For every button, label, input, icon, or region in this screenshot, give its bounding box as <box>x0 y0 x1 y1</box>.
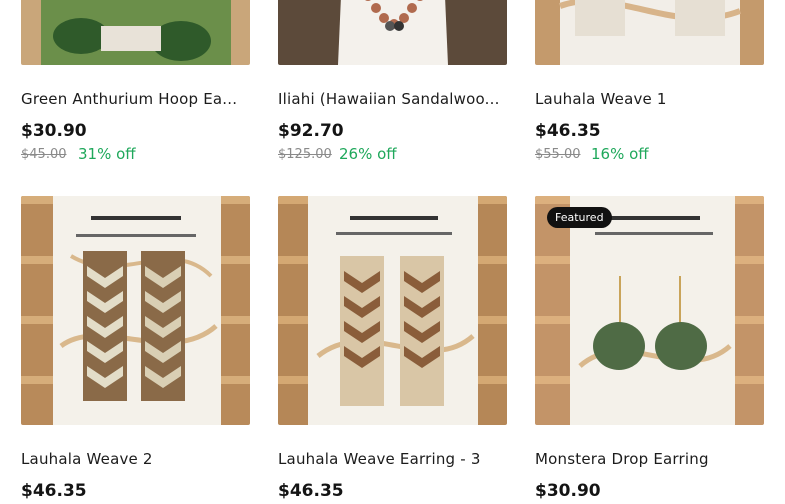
product-price: $46.35 <box>21 481 87 501</box>
product-card[interactable]: Iliahi (Hawaiian Sandalwoo... $92.70 $12… <box>278 0 507 163</box>
product-image[interactable] <box>21 196 250 425</box>
product-card[interactable]: Lauhala Weave 2 $46.35 <box>21 196 250 501</box>
product-image[interactable] <box>21 0 250 65</box>
product-price: $92.70 <box>278 121 344 141</box>
product-title[interactable]: Green Anthurium Hoop Ea... <box>21 90 250 108</box>
product-title[interactable]: Lauhala Weave 2 <box>21 450 250 468</box>
product-image[interactable] <box>278 196 507 425</box>
product-image[interactable] <box>278 0 507 65</box>
product-title[interactable]: Lauhala Weave 1 <box>535 90 764 108</box>
discount-label: 31% off <box>78 145 136 163</box>
original-price: $55.00 <box>535 147 581 162</box>
product-card[interactable]: Green Anthurium Hoop Ea... $30.90 $45.00… <box>21 0 250 163</box>
product-image[interactable] <box>535 0 764 65</box>
product-card[interactable]: Lauhala Weave 1 $46.35 $55.00 16% off <box>535 0 764 163</box>
product-image[interactable]: Featured <box>535 196 764 425</box>
product-price: $30.90 <box>535 481 601 501</box>
original-price: $45.00 <box>21 147 67 162</box>
discount-label: 26% off <box>339 145 397 163</box>
product-price: $46.35 <box>535 121 601 141</box>
featured-badge: Featured <box>547 207 612 228</box>
product-card[interactable]: Lauhala Weave Earring - 3 $46.35 <box>278 196 507 501</box>
product-title[interactable]: Lauhala Weave Earring - 3 <box>278 450 507 468</box>
product-price: $46.35 <box>278 481 344 501</box>
product-title[interactable]: Monstera Drop Earring <box>535 450 764 468</box>
original-price: $125.00 <box>278 147 332 162</box>
discount-label: 16% off <box>591 145 649 163</box>
product-price: $30.90 <box>21 121 87 141</box>
product-title[interactable]: Iliahi (Hawaiian Sandalwoo... <box>278 90 507 108</box>
product-card[interactable]: Featured Monstera Drop Earring $30.90 <box>535 196 764 501</box>
